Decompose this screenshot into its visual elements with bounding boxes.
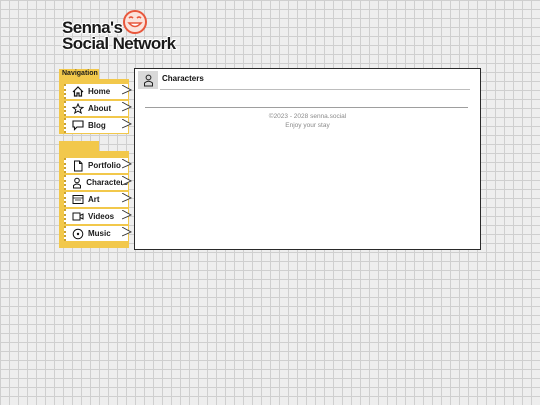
navigation-heading: Navigation	[59, 69, 99, 79]
nav-item-label: Home	[88, 87, 111, 96]
footer-copyright: ©2023 - 2028 senna.social	[268, 113, 347, 120]
page-curl-icon	[122, 176, 132, 186]
nav-item-videos[interactable]: Videos	[64, 209, 132, 224]
page-curl-icon	[122, 85, 132, 95]
video-icon	[71, 211, 85, 223]
logo-text-line2: Social Network	[62, 34, 176, 53]
content-panel: Characters ©2023 - 2028 senna.social Enj…	[134, 68, 481, 250]
person-icon	[138, 71, 158, 89]
star-icon	[71, 103, 85, 115]
smiley-logo-icon	[123, 10, 147, 34]
nav-item-music[interactable]: Music	[64, 226, 132, 241]
music-icon	[71, 228, 85, 240]
person-icon	[71, 177, 83, 189]
document-icon	[71, 160, 85, 172]
nav-item-label: About	[88, 104, 112, 113]
footer-divider	[145, 107, 468, 108]
sections-heading	[59, 141, 99, 151]
nav-item-label: Videos	[88, 212, 115, 221]
site-logo[interactable]: Senna's Social Network	[62, 8, 180, 54]
nav-item-label: Blog	[88, 121, 106, 130]
page-curl-icon	[122, 159, 132, 169]
page-curl-icon	[122, 102, 132, 112]
nav-item-label: Portfolio	[88, 161, 121, 170]
nav-item-characters[interactable]: Characters	[64, 175, 132, 190]
page-title: Characters	[162, 74, 204, 83]
page-curl-icon	[122, 193, 132, 203]
nav-item-portfolio[interactable]: Portfolio	[64, 158, 132, 173]
nav-item-home[interactable]: Home	[64, 84, 132, 99]
nav-item-blog[interactable]: Blog	[64, 118, 132, 133]
image-icon	[71, 194, 85, 206]
page-curl-icon	[122, 119, 132, 129]
footer-tagline: Enjoy your stay	[285, 122, 330, 129]
nav-item-label: Music	[88, 229, 111, 238]
nav-item-art[interactable]: Art	[64, 192, 132, 207]
nav-item-about[interactable]: About	[64, 101, 132, 116]
page-curl-icon	[122, 227, 132, 237]
title-divider	[160, 89, 470, 90]
page-curl-icon	[122, 210, 132, 220]
home-icon	[71, 86, 85, 98]
chat-icon	[71, 120, 85, 132]
nav-item-label: Art	[88, 195, 100, 204]
